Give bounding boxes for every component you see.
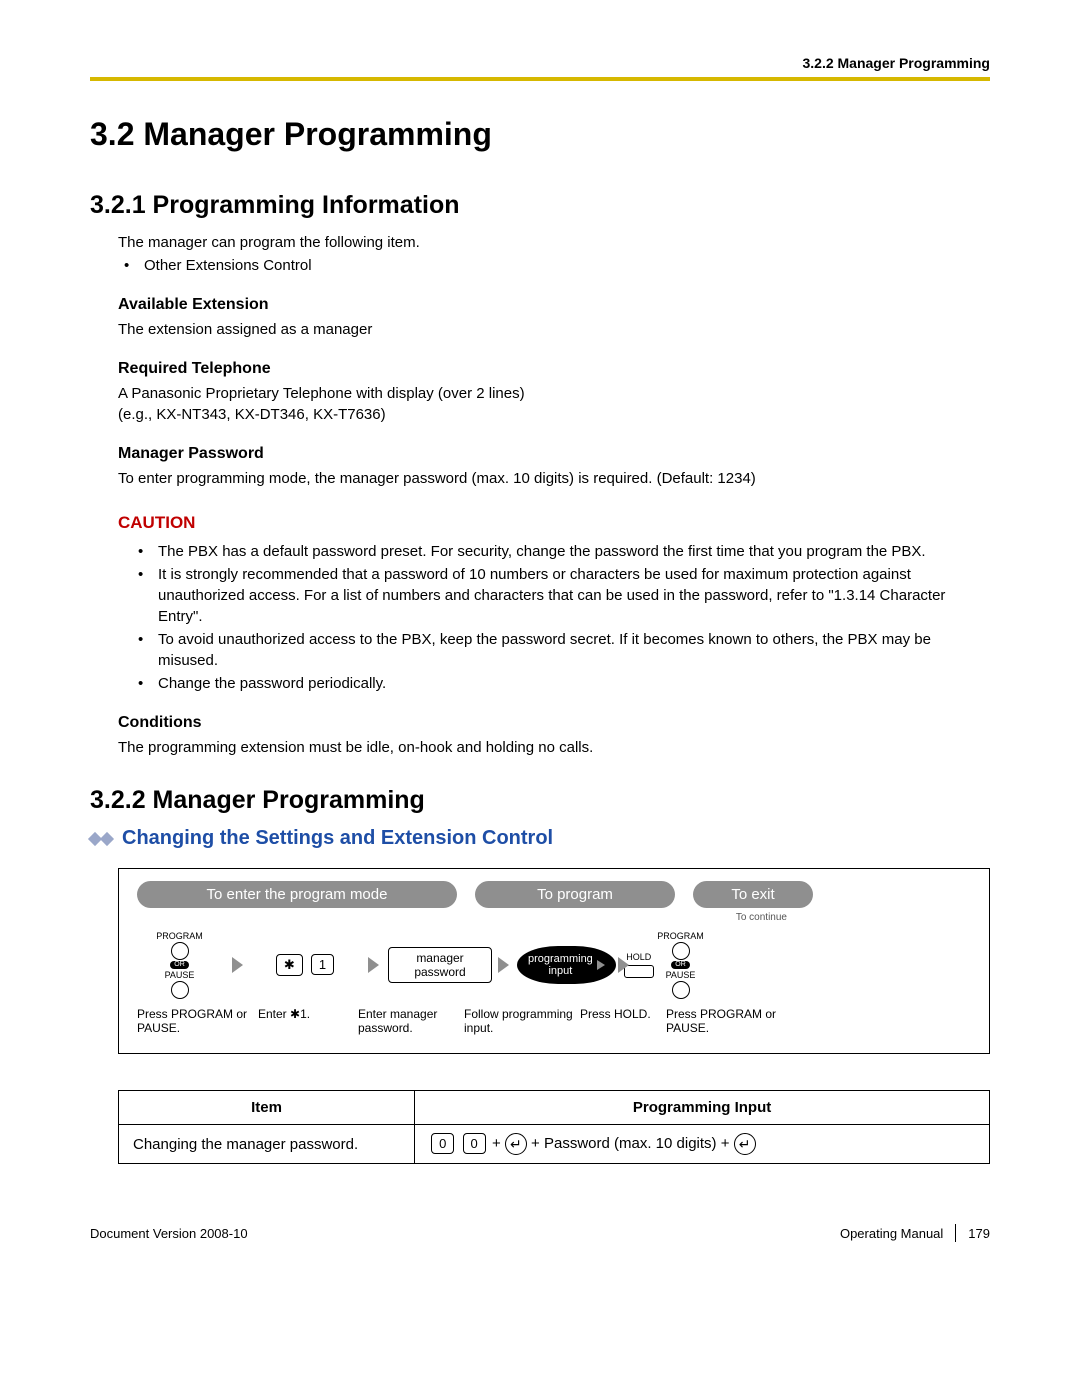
intro-bullet: Other Extensions Control: [118, 255, 990, 276]
caution-item: It is strongly recommended that a passwo…: [118, 564, 990, 627]
manager-password-head: Manager Password: [118, 445, 990, 463]
footer-divider: [955, 1224, 956, 1242]
programming-table: Item Programming Input Changing the mana…: [118, 1090, 990, 1164]
caution-label: CAUTION: [118, 513, 990, 533]
available-extension-head: Available Extension: [118, 296, 990, 314]
required-telephone-head: Required Telephone: [118, 360, 990, 378]
program-pause-button-icon: PROGRAM OR PAUSE: [137, 931, 222, 999]
enter-icon: ↵: [505, 1133, 527, 1155]
footer-manual-label: Operating Manual: [840, 1226, 943, 1241]
subsection-text: Changing the Settings and Extension Cont…: [122, 827, 553, 850]
caption: Enter manager password.: [358, 1007, 458, 1035]
arrow-icon: [498, 957, 509, 973]
to-continue-label: To continue: [477, 912, 797, 923]
pill-to-program: To program: [475, 881, 675, 908]
page-header-section: 3.2.2 Manager Programming: [90, 55, 990, 71]
required-telephone-body2: (e.g., KX-NT343, KX-DT346, KX-T7636): [118, 404, 990, 425]
caption: Follow programming input.: [464, 1007, 574, 1035]
table-cell-item: Changing the manager password.: [119, 1124, 415, 1163]
section-3-2-2-title: 3.2.2 Manager Programming: [90, 786, 990, 815]
subsection-heading: Changing the Settings and Extension Cont…: [90, 827, 990, 850]
arrow-icon: [618, 957, 629, 973]
flow-diagram: To enter the program mode To program To …: [118, 868, 990, 1054]
header-rule: [90, 77, 990, 81]
caution-item: To avoid unauthorized access to the PBX,…: [118, 629, 990, 671]
key-zero: 0: [431, 1133, 454, 1154]
caption: Press PROGRAM or PAUSE.: [666, 1007, 806, 1035]
caption: Press HOLD.: [580, 1007, 660, 1035]
footer-page-number: 179: [968, 1226, 990, 1241]
table-head-input: Programming Input: [415, 1090, 990, 1124]
page-title: 3.2 Manager Programming: [90, 116, 990, 153]
plus-text: +: [492, 1135, 501, 1152]
caution-item: Change the password periodically.: [118, 673, 990, 694]
pill-to-exit: To exit: [693, 881, 813, 908]
manager-password-field: manager password: [388, 947, 492, 983]
available-extension-body: The extension assigned as a manager: [118, 319, 990, 340]
diamond-icon: [90, 834, 112, 844]
enter-icon: ↵: [734, 1133, 756, 1155]
arrow-icon: [597, 960, 605, 970]
program-pause-button-icon: PROGRAM OR PAUSE: [638, 931, 723, 999]
table-head-item: Item: [119, 1090, 415, 1124]
caption: Enter ✱1.: [258, 1007, 352, 1035]
key-zero: 0: [463, 1133, 486, 1154]
required-telephone-body1: A Panasonic Proprietary Telephone with d…: [118, 383, 990, 404]
conditions-head: Conditions: [118, 714, 990, 732]
table-cell-input: 0 0 + ↵ + Password (max. 10 digits) + ↵: [415, 1124, 990, 1163]
arrow-icon: [368, 957, 379, 973]
conditions-body: The programming extension must be idle, …: [118, 737, 990, 758]
key-sequence: ✱ 1: [252, 954, 358, 976]
page-footer: Document Version 2008-10 Operating Manua…: [90, 1224, 990, 1242]
caption: Press PROGRAM or PAUSE.: [137, 1007, 252, 1035]
section-3-2-1-title: 3.2.1 Programming Information: [90, 191, 990, 220]
caution-item: The PBX has a default password preset. F…: [118, 541, 990, 562]
key-one: 1: [311, 954, 334, 975]
key-star: ✱: [276, 954, 303, 976]
pill-enter-mode: To enter the program mode: [137, 881, 457, 908]
programming-input-oval: programming input: [517, 946, 616, 984]
manager-password-body: To enter programming mode, the manager p…: [118, 468, 990, 489]
footer-doc-version: Document Version 2008-10: [90, 1226, 248, 1241]
password-text: + Password (max. 10 digits) +: [531, 1135, 729, 1152]
arrow-icon: [232, 957, 243, 973]
intro-text: The manager can program the following it…: [118, 232, 990, 253]
table-row: Changing the manager password. 0 0 + ↵ +…: [119, 1124, 990, 1163]
